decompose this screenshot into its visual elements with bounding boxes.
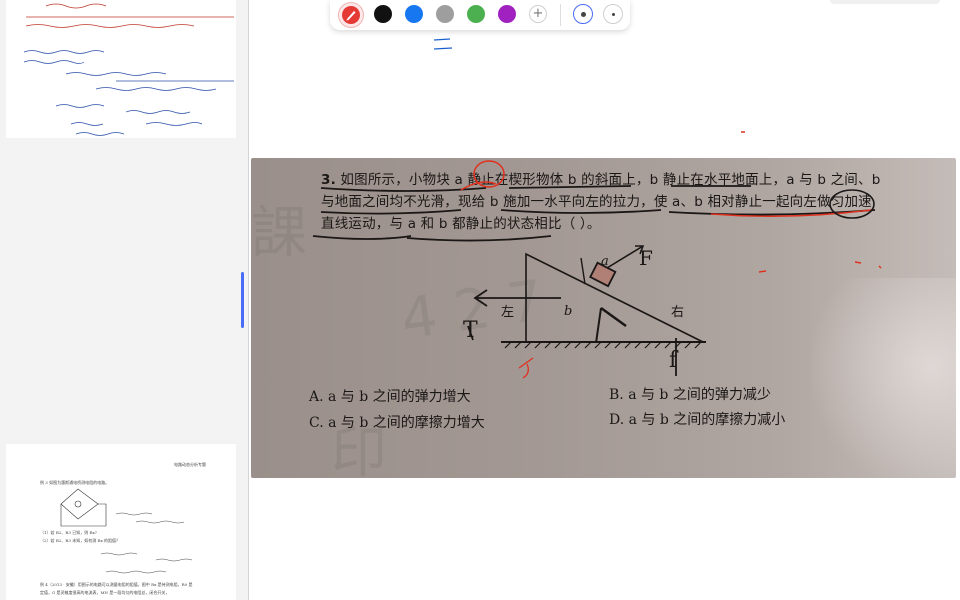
thumbnail-question-1: （1）若 R2、R3 已知，则 Rx? (40, 530, 97, 535)
question-photo: 課 4 2 7 印 3. 如图所示，小物块 a 静止在楔形物体 b 的斜面上，b… (251, 158, 956, 478)
stroke-size-large-button[interactable] (573, 4, 593, 24)
thumbnail-question-2: （2）若 R2、R3 未知，如何测 Rx 的阻值？ (40, 538, 121, 543)
color-swatch-green[interactable] (467, 5, 485, 23)
force-label-f: f (669, 348, 678, 373)
figure-left-label: 左 (501, 305, 515, 320)
color-swatch-purple[interactable] (498, 5, 516, 23)
figure-right-label: 右 (671, 305, 685, 320)
active-pen-swatch[interactable] (338, 2, 364, 28)
color-swatch-blue[interactable] (405, 5, 423, 23)
page-thumbnail-2[interactable]: 电路动态分析专题 例 3 如图为惠斯通电桥测电阻的电路。 （1）若 R2、R3 … (6, 444, 236, 600)
thumbnail-scroll-indicator[interactable] (241, 272, 244, 328)
force-label-F: F (639, 246, 653, 270)
handwritten-notes-thumbnail (23, 3, 234, 136)
page-thumbnail-panel: 电路动态分析专题 例 3 如图为惠斯通电桥测电阻的电路。 （1）若 R2、R3 … (0, 0, 249, 600)
option-c: C. a 与 b 之间的摩擦力增大 (309, 415, 485, 431)
color-swatch-black[interactable] (374, 5, 392, 23)
option-d: D. a 与 b 之间的摩擦力减小 (609, 412, 786, 428)
add-color-button[interactable]: + (529, 5, 547, 23)
stroke-size-small-button[interactable] (603, 4, 623, 24)
option-b: B. a 与 b 之间的弹力减少 (609, 387, 771, 403)
force-label-T: T (463, 318, 478, 343)
color-swatch-gray[interactable] (436, 5, 454, 23)
top-right-panel-handle[interactable] (830, 0, 940, 4)
thumbnail-example-2b: 定值，G 是灵敏度很高的电流表，MN 是一段均匀的电阻丝，闭合开关， (40, 590, 170, 595)
pencil-icon (342, 6, 360, 24)
figure-block-label: a (601, 254, 609, 269)
circuit-thumbnail (60, 488, 193, 574)
figure-wedge-label: b (564, 304, 573, 319)
option-a: A. a 与 b 之间的弹力增大 (309, 389, 471, 405)
pen-toolbar: + (330, 0, 630, 30)
thumbnail-example-2: 例 4（2013 · 安徽）用图示的电路可以测量电阻的阻值，图中 Rx 是待测电… (40, 582, 193, 587)
toolbar-divider (560, 4, 561, 26)
page-thumbnail-1[interactable] (6, 0, 236, 138)
